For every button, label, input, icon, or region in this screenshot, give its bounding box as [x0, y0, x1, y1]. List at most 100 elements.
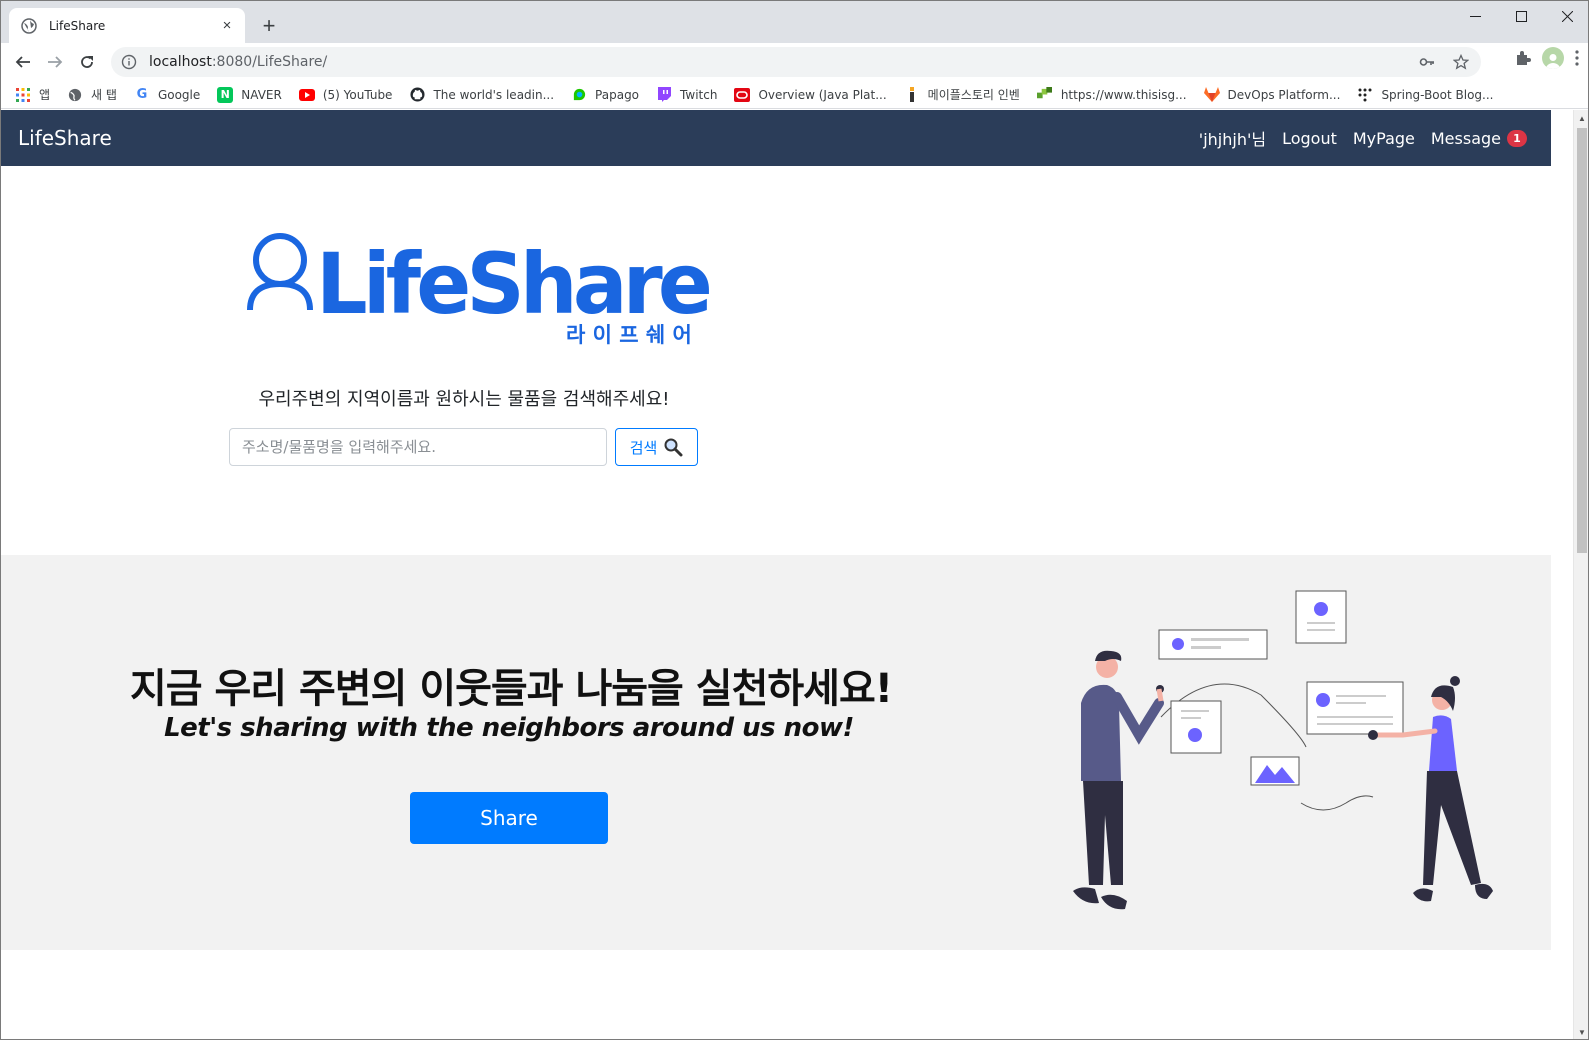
scroll-up-icon[interactable]: ▲: [1578, 114, 1586, 123]
maximize-button[interactable]: [1498, 1, 1544, 31]
bookmark-label: The world's leadin...: [433, 87, 555, 102]
bookmark-spring-blog[interactable]: Spring-Boot Blog...: [1357, 87, 1493, 103]
reload-button[interactable]: [71, 46, 103, 78]
image-card: [1250, 756, 1300, 786]
hero-search-section: LifeShare 라 이 프 쉐 어 우리주변의 지역이름과 원하시는 물품을…: [1, 166, 1551, 555]
extensions-icon[interactable]: [1514, 49, 1532, 67]
tab-strip: LifeShare × +: [1, 1, 1588, 43]
papago-icon: [571, 87, 587, 103]
star-icon[interactable]: [1453, 54, 1469, 70]
bookmark-papago[interactable]: Papago: [571, 87, 639, 103]
tab-title: LifeShare: [49, 18, 106, 33]
minimize-button[interactable]: [1452, 1, 1498, 31]
nav-mypage-link[interactable]: MyPage: [1353, 129, 1415, 148]
bookmark-github[interactable]: The world's leadin...: [409, 87, 554, 103]
arrow-left-icon: [15, 56, 30, 68]
bookmark-gitlab[interactable]: DevOps Platform...: [1203, 87, 1341, 103]
bookmark-naver[interactable]: N NAVER: [217, 86, 282, 103]
bookmark-label: DevOps Platform...: [1227, 87, 1341, 102]
bookmark-twitch[interactable]: Twitch: [656, 87, 717, 103]
globe-icon: [67, 87, 83, 103]
bookmark-label: 메이플스토리 인벤: [927, 88, 1020, 102]
profile-avatar[interactable]: [1542, 47, 1564, 69]
bookmark-inven[interactable]: 메이플스토리 인벤: [904, 86, 1020, 103]
magnifier-icon: [664, 438, 683, 457]
man-figure: [1073, 650, 1164, 910]
nav-message-label: Message: [1430, 128, 1501, 148]
naver-icon: N: [217, 86, 234, 103]
github-icon: [409, 87, 425, 103]
url-host: localhost: [149, 54, 212, 70]
bookmark-new-tab[interactable]: 새 탭: [67, 86, 117, 103]
close-icon: [1561, 10, 1573, 22]
bookmark-youtube[interactable]: (5) YouTube: [298, 87, 393, 103]
person-icon: [1546, 54, 1560, 69]
back-button[interactable]: [7, 46, 39, 78]
close-window-button[interactable]: [1544, 1, 1588, 31]
scrollbar-thumb[interactable]: [1577, 128, 1587, 553]
profile-card-tall: [1170, 700, 1222, 754]
navbar-links: 'jhjhjh'님 Logout MyPage Message 1: [1199, 110, 1527, 166]
promo-subline: Let's sharing with the neighbors around …: [164, 713, 854, 743]
url-path: :8080/LifeShare/: [211, 54, 328, 70]
logo-korean-caption: 라 이 프 쉐 어: [566, 323, 692, 347]
message-count-badge: 1: [1507, 129, 1527, 147]
nav-logout-link[interactable]: Logout: [1282, 129, 1337, 148]
bookmark-oracle[interactable]: Overview (Java Plat...: [734, 87, 887, 103]
search-button[interactable]: 검색: [615, 428, 698, 466]
navbar-brand[interactable]: LifeShare: [18, 126, 112, 150]
tab-lifeshare[interactable]: LifeShare ×: [9, 8, 245, 43]
address-bar[interactable]: localhost:8080/LifeShare/: [111, 47, 1481, 77]
browser-window: LifeShare × + localhost:8080/LifeShare/: [0, 0, 1589, 1040]
dots-icon: [1357, 87, 1373, 103]
bookmark-label: 앱: [39, 88, 51, 102]
gitlab-icon: [1203, 87, 1220, 103]
bookmark-thisis[interactable]: https://www.thisisg...: [1037, 87, 1187, 103]
bookmark-label: NAVER: [241, 87, 282, 102]
page-scrollbar[interactable]: ▲ ▼: [1573, 110, 1588, 1039]
google-icon: G: [136, 87, 148, 102]
site-navbar: LifeShare 'jhjhjh'님 Logout MyPage Messag…: [1, 110, 1551, 166]
bookmark-label: Google: [157, 87, 201, 102]
key-icon[interactable]: [1419, 54, 1435, 70]
profile-card-right: [1306, 681, 1404, 735]
bookmarks-bar: 앱 새 탭 G Google N NAVER (5) YouTube The w…: [1, 81, 1588, 109]
bookmark-google[interactable]: G Google: [134, 87, 201, 103]
info-icon[interactable]: [121, 54, 137, 70]
twitch-icon: [656, 87, 672, 103]
sharing-illustration: [1073, 590, 1493, 910]
bookmark-apps[interactable]: 앱: [15, 86, 50, 103]
kebab-menu-icon[interactable]: [1574, 49, 1580, 67]
tab-close-icon[interactable]: ×: [219, 17, 235, 34]
bookmark-label: (5) YouTube: [322, 87, 393, 102]
search-prompt: 우리주변의 지역이름과 원하시는 물품을 검색해주세요!: [258, 389, 670, 410]
lifeshare-logo: LifeShare 라 이 프 쉐 어: [247, 233, 714, 347]
search-input[interactable]: [229, 428, 607, 466]
url-text: localhost:8080/LifeShare/: [149, 54, 327, 70]
maximize-icon: [1515, 10, 1527, 22]
nav-message-link[interactable]: Message 1: [1431, 129, 1527, 148]
search-button-label: 검색: [629, 438, 658, 457]
logo-wordmark: LifeShare: [316, 235, 709, 333]
profile-card-top: [1295, 590, 1347, 644]
bookmark-label: Spring-Boot Blog...: [1381, 87, 1494, 102]
apps-grid-icon: [15, 87, 31, 103]
minimize-icon: [1469, 15, 1481, 17]
scroll-down-icon[interactable]: ▼: [1578, 1028, 1586, 1037]
nav-user-greeting[interactable]: 'jhjhjh'님: [1199, 126, 1266, 150]
promo-headline: 지금 우리 주변의 이웃들과 나눔을 실천하세요!: [129, 666, 893, 712]
share-promo-section: 지금 우리 주변의 이웃들과 나눔을 실천하세요! Let's sharing …: [1, 555, 1551, 950]
bookmark-label: Twitch: [680, 87, 718, 102]
globe-icon: [21, 17, 37, 34]
profile-card-wide: [1158, 629, 1268, 660]
new-tab-button[interactable]: +: [257, 11, 281, 41]
oracle-icon: [734, 87, 751, 103]
bookmark-label: Papago: [595, 87, 640, 102]
bookmark-label: https://www.thisisg...: [1060, 87, 1187, 102]
forward-button[interactable]: [39, 46, 71, 78]
inven-icon: [904, 87, 920, 103]
browser-toolbar: localhost:8080/LifeShare/: [1, 43, 1588, 81]
share-button[interactable]: Share: [410, 792, 608, 844]
bookmark-label: 새 탭: [91, 88, 117, 102]
person-outline-icon: [247, 233, 313, 311]
